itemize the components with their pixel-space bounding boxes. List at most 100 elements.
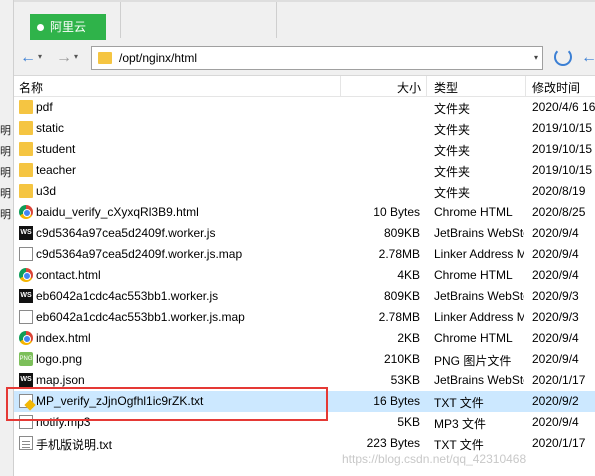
file-date: 2020/9/2 [532,394,579,408]
chrome-icon [19,268,33,282]
back-arrow-icon[interactable]: ← [20,49,36,67]
file-type: 文件夹 [434,123,471,137]
file-type: Chrome HTML [434,205,513,219]
file-name: teacher [36,163,77,177]
left-pane-char: 明 [0,209,11,221]
file-size: 809KB [383,226,420,240]
parent-folder-icon[interactable]: ← [581,49,595,67]
file-name: 手机版说明.txt [36,438,113,452]
text-file-icon [19,436,33,450]
file-row[interactable]: student 文件夹 2019/10/15 [14,139,595,160]
forward-dropdown-icon[interactable]: ▾ [74,52,78,61]
file-date: 2020/1/17 [532,373,586,387]
address-dropdown-icon[interactable]: ▾ [534,53,538,62]
file-row[interactable]: eb6042a1cdc4ac553bb1.worker.js.map 2.78M… [14,307,595,328]
tab-bar-border [14,0,595,2]
tab-label: 阿里云 [50,20,87,34]
file-type: 文件夹 [434,186,471,200]
file-name: static [36,121,65,135]
file-row[interactable]: WS c9d5364a97cea5d2409f.worker.js 809KB … [14,223,595,244]
file-name: student [36,142,76,156]
file-name: c9d5364a97cea5d2409f.worker.js.map [36,247,243,261]
tab-divider [120,2,121,38]
file-row[interactable]: WS eb6042a1cdc4ac553bb1.worker.js 809KB … [14,286,595,307]
column-separator[interactable] [426,76,427,97]
file-row[interactable]: 手机版说明.txt 223 Bytes TXT 文件 2020/1/17 [14,433,595,454]
column-separator[interactable] [340,76,341,97]
file-row[interactable]: pdf 文件夹 2020/4/6 16:52 [14,97,595,118]
file-row[interactable]: PNG logo.png 210KB PNG 图片文件 2020/9/4 [14,349,595,370]
file-row[interactable]: index.html 2KB Chrome HTML 2020/9/4 [14,328,595,349]
file-type: JetBrains WebStorm [434,226,524,240]
folder-icon [19,100,33,114]
folder-icon [19,142,33,156]
left-pane-char: 明 [0,188,11,200]
address-toolbar: ← ▾ → ▾ /opt/nginx/html ▾ ← [14,40,595,76]
file-size: 5KB [397,415,420,429]
file-name: u3d [36,184,57,198]
file-row[interactable]: contact.html 4KB Chrome HTML 2020/9/4 [14,265,595,286]
file-size: 4KB [397,268,420,282]
column-separator[interactable] [525,76,526,97]
column-modified[interactable]: 修改时间 [532,79,580,96]
left-pane-char: 明 [0,167,11,179]
file-type: 文件夹 [434,144,471,158]
column-size[interactable]: 大小 [397,79,421,96]
file-icon [19,310,33,324]
file-date: 2020/9/4 [532,268,579,282]
file-size: 53KB [390,373,420,387]
file-size: 2.78MB [378,247,420,261]
file-size: 223 Bytes [366,436,420,450]
file-row[interactable]: u3d 文件夹 2020/8/19 [14,181,595,202]
file-type: JetBrains WebStorm [434,289,524,303]
column-type[interactable]: 类型 [434,79,458,96]
file-date: 2020/8/25 [532,205,586,219]
column-name[interactable]: 名称 [19,79,43,96]
file-type: 文件夹 [434,165,471,179]
png-icon: PNG [19,352,33,366]
address-path: /opt/nginx/html [119,51,198,65]
webstorm-icon: WS [19,226,33,240]
file-type: TXT 文件 [434,396,484,410]
folder-icon [98,52,112,64]
file-size: 10 Bytes [373,205,420,219]
file-date: 2020/4/6 16:52 [532,100,595,114]
file-date: 2020/9/4 [532,226,579,240]
file-row[interactable]: teacher 文件夹 2019/10/15 [14,160,595,181]
file-type: Chrome HTML [434,331,513,345]
back-dropdown-icon[interactable]: ▾ [38,52,42,61]
file-size: 210KB [383,352,420,366]
file-row[interactable]: static 文件夹 2019/10/15 [14,118,595,139]
tab-aliyun[interactable]: 阿里云 [30,14,106,40]
folder-icon [19,163,33,177]
address-input[interactable]: /opt/nginx/html ▾ [91,46,543,70]
file-date: 2020/9/3 [532,310,579,324]
file-name: baidu_verify_cXyxqRl3B9.html [36,205,199,219]
file-size: 2KB [397,331,420,345]
file-icon [19,247,33,261]
file-type: TXT 文件 [434,438,484,452]
file-name: map.json [36,373,85,387]
file-name: eb6042a1cdc4ac553bb1.worker.js [36,289,219,303]
file-name: index.html [36,331,91,345]
file-name: eb6042a1cdc4ac553bb1.worker.js.map [36,310,245,324]
file-date: 2020/1/17 [532,436,586,450]
file-type: JetBrains WebStorm [434,373,524,387]
file-date: 2020/8/19 [532,184,586,198]
file-row[interactable]: baidu_verify_cXyxqRl3B9.html 10 Bytes Ch… [14,202,595,223]
connection-status-icon [37,24,44,31]
file-date: 2020/9/4 [532,247,579,261]
file-date: 2019/10/15 [532,121,593,135]
file-date: 2020/9/4 [532,352,579,366]
forward-arrow-icon[interactable]: → [56,49,72,67]
left-pane-char: 明 [0,125,11,137]
file-row[interactable]: c9d5364a97cea5d2409f.worker.js.map 2.78M… [14,244,595,265]
file-date: 2019/10/15 [532,142,593,156]
watermark: https://blog.csdn.net/qq_42310468 [342,452,527,466]
refresh-icon[interactable] [554,48,572,66]
webstorm-icon: WS [19,289,33,303]
file-size: 2.78MB [378,310,420,324]
file-date: 2020/9/3 [532,289,579,303]
folder-icon [19,184,33,198]
file-type: Linker Address Map [434,247,524,261]
